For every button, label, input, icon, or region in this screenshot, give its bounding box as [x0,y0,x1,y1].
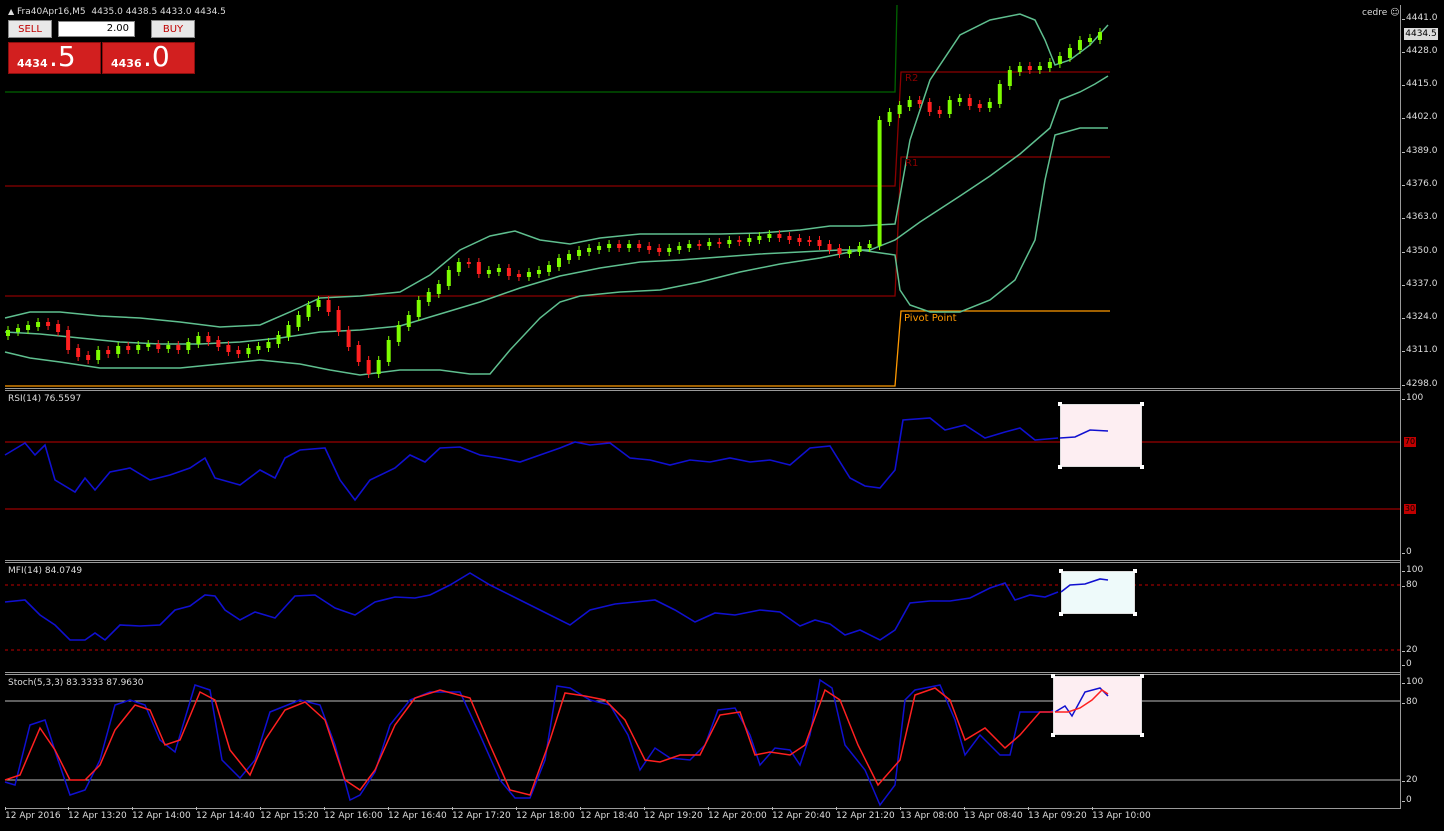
mfi-line-highlighted [1060,578,1109,593]
rsi-line-highlighted [1059,429,1109,439]
stoch-d-line-highlighted [1055,689,1109,713]
indicator-overlay-canvas [1054,429,1109,718]
